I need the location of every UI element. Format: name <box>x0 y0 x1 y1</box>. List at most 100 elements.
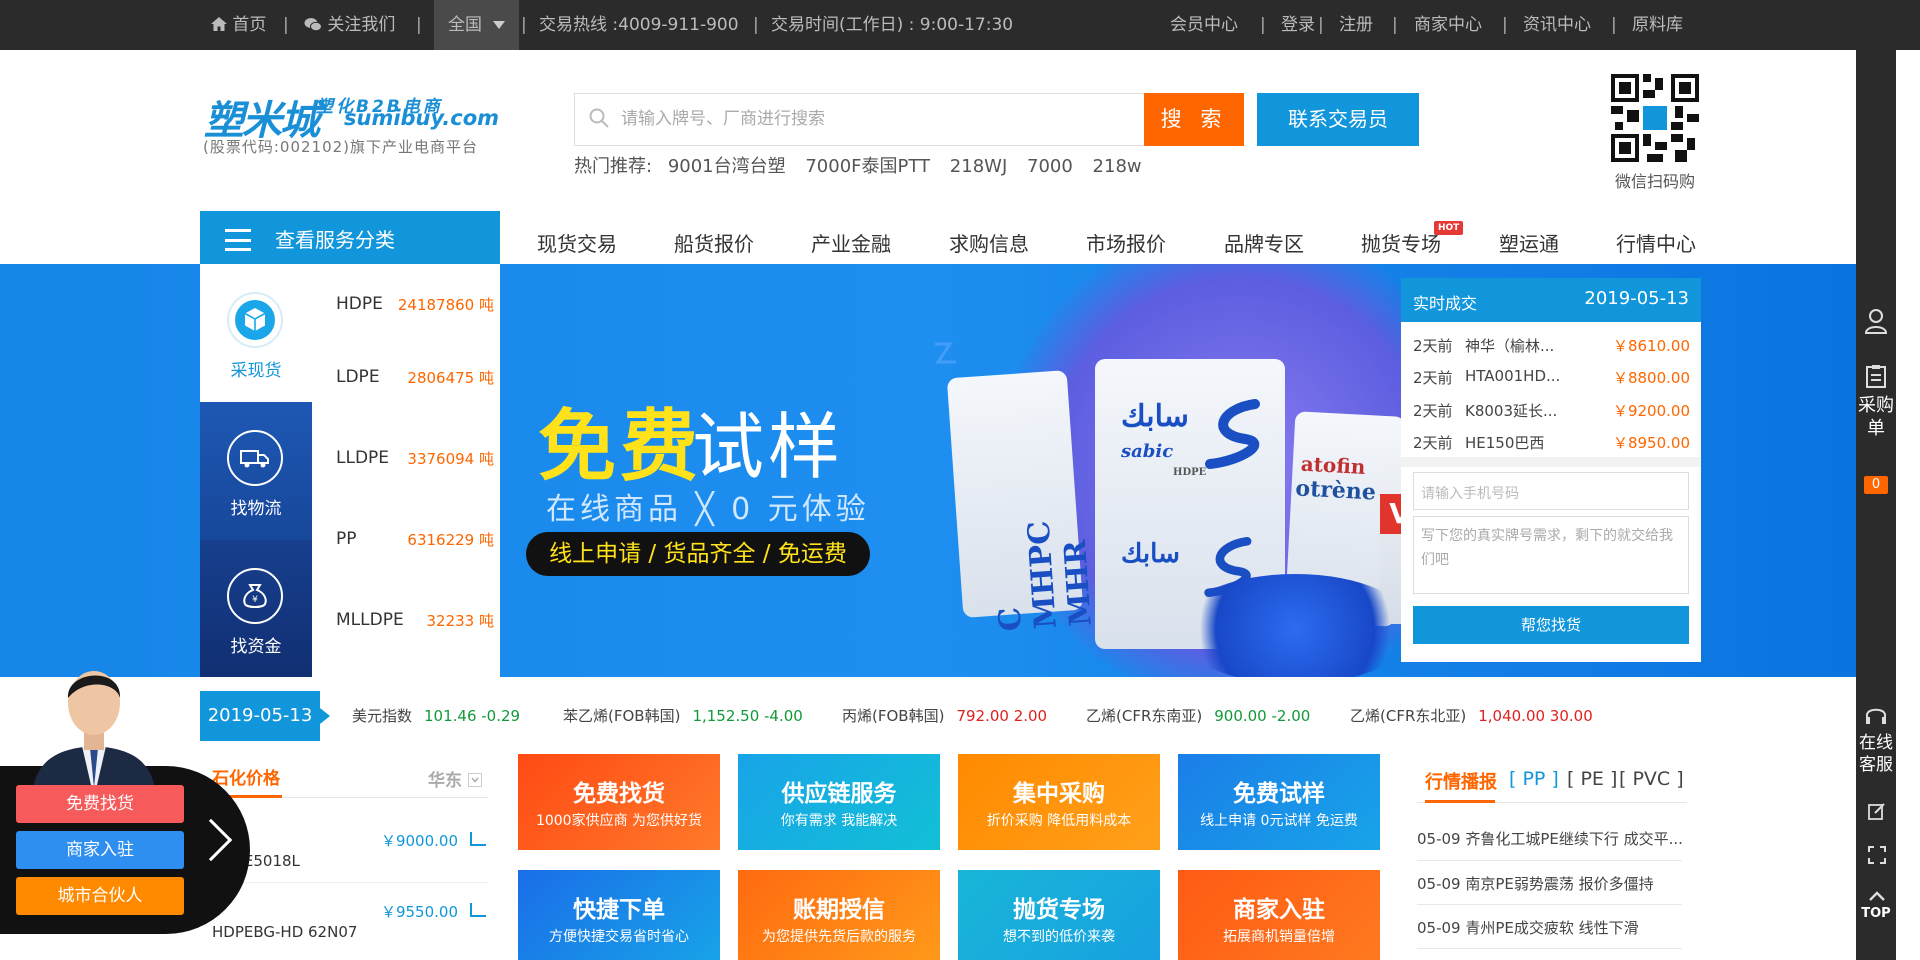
tile-quick-order[interactable]: 快捷下单 方便快捷交易省时省心 <box>518 870 720 960</box>
region-dropdown[interactable]: 华东 <box>428 766 482 791</box>
side-item-buy-spot[interactable]: 采现货 <box>200 264 312 402</box>
contact-trader-button[interactable]: 联系交易员 <box>1257 93 1419 146</box>
stat-row[interactable]: HDPE 24187860 吨 <box>324 264 500 345</box>
phone-input[interactable]: 请输入手机号码 <box>1413 472 1689 510</box>
search-placeholder: 请输入牌号、厂商进行搜索 <box>621 109 825 129</box>
stat-row[interactable]: MLLDPE 32233 吨 <box>324 588 500 669</box>
nav-spot-trading[interactable]: 现货交易 <box>537 228 617 257</box>
trading-hours: 交易时间(工作日) : 9:00-17:30 <box>771 15 1014 35</box>
float-free-sourcing-button[interactable]: 免费找货 <box>16 785 184 823</box>
member-center-link[interactable]: 会员中心 <box>1170 0 1238 50</box>
fullscreen-icon[interactable] <box>1868 846 1886 864</box>
deal-row[interactable]: 2天前 HTA001HD... ￥8800.00 <box>1413 367 1698 397</box>
side-item-logistics[interactable]: 找物流 <box>200 402 312 540</box>
news-item[interactable]: 05-09 南京PE弱势震荡 报价多僵持 <box>1417 873 1687 894</box>
hot-item[interactable]: 9001台湾台塑 <box>668 156 786 177</box>
nav-shipment-quotes[interactable]: 船货报价 <box>674 228 754 257</box>
news-center-link[interactable]: 资讯中心 <box>1523 0 1591 50</box>
tab-pe[interactable]: [ PE ] <box>1567 768 1617 790</box>
ticker-item[interactable]: 美元指数 101.46 -0.29 <box>352 691 520 741</box>
requirement-textarea[interactable]: 写下您的真实牌号需求，剩下的就交给我们吧 <box>1413 516 1689 594</box>
news-item[interactable]: 05-09 青州PE成交疲软 线性下滑 <box>1417 917 1687 938</box>
float-merchant-join-button[interactable]: 商家入驻 <box>16 831 184 869</box>
tile-credit[interactable]: 账期授信 为您提供先货后款的服务 <box>738 870 940 960</box>
market-news-title[interactable]: 行情播报 <box>1425 768 1497 794</box>
nav-clearance[interactable]: 抛货专场 <box>1361 228 1441 257</box>
stat-row[interactable]: PP 6316229 吨 <box>324 507 500 588</box>
nav-purchase-info[interactable]: 求购信息 <box>949 228 1029 257</box>
material-db-link[interactable]: 原料库 <box>1632 0 1683 50</box>
tab-pvc[interactable]: [ PVC ] <box>1619 768 1684 790</box>
ticker-item[interactable]: 苯乙烯(FOB韩国) 1,152.50 -4.00 <box>563 691 803 741</box>
deal-time: 2天前 <box>1413 337 1453 355</box>
search-button[interactable]: 搜 索 <box>1144 93 1244 146</box>
online-service-label[interactable]: 在线客服 <box>1856 732 1896 776</box>
ticker-value: 1,152.50 -4.00 <box>692 707 803 725</box>
category-menu-button[interactable]: 查看服务分类 <box>200 211 500 264</box>
clipboard-icon[interactable] <box>1866 364 1886 388</box>
banner-title-highlight: 免费 <box>538 402 703 492</box>
price-row[interactable]: HDPEBG-HD 62N07 ￥9550.00 <box>212 882 488 952</box>
user-icon[interactable] <box>1864 308 1888 334</box>
petrochem-price-title[interactable]: 石化价格 <box>212 764 280 789</box>
separator: | <box>1318 15 1324 35</box>
tile-free-sample[interactable]: 免费试样 线上申请 0元试样 免运费 <box>1178 754 1380 850</box>
stat-row[interactable]: LLDPE 3376094 吨 <box>324 426 500 507</box>
nav-brand-zone[interactable]: 品牌专区 <box>1224 228 1304 257</box>
register-link[interactable]: 注册 <box>1339 0 1373 50</box>
hot-item[interactable]: 218WJ <box>950 156 1007 177</box>
edit-icon[interactable] <box>1868 802 1886 820</box>
chevron-up-icon[interactable] <box>1868 890 1886 902</box>
nav-market-quotes[interactable]: 市场报价 <box>1086 228 1166 257</box>
tile-title: 集中采购 <box>1013 781 1105 807</box>
follow-link[interactable]: 关注我们 <box>304 0 395 50</box>
trend-icon[interactable] <box>470 832 486 846</box>
caret-down-icon <box>493 21 506 29</box>
stat-name: HDPE <box>336 294 383 314</box>
tile-subtitle: 方便快捷交易省时省心 <box>549 929 689 945</box>
float-city-partner-button[interactable]: 城市合伙人 <box>16 877 184 915</box>
nav-industry-finance[interactable]: 产业金融 <box>811 228 891 257</box>
price-row[interactable]: HDPE5018L ￥9000.00 <box>212 812 488 882</box>
back-to-top[interactable]: TOP <box>1856 902 1896 926</box>
deal-product: K8003延长... <box>1465 402 1558 420</box>
tile-clearance[interactable]: 抛货专场 想不到的低价来袭 <box>958 870 1160 960</box>
news-item[interactable]: 05-09 齐鲁化工城PE继续下行 成交平... <box>1417 828 1687 849</box>
stat-row[interactable]: LDPE 2806475 吨 <box>324 345 500 426</box>
tile-merchant-join[interactable]: 商家入驻 拓展商机销量倍增 <box>1178 870 1380 960</box>
tile-supply-chain[interactable]: 供应链服务 你有需求 我能解决 <box>738 754 940 850</box>
stat-value: 32233 吨 <box>426 612 495 630</box>
find-goods-button[interactable]: 帮您找货 <box>1413 606 1689 644</box>
nav-market-center[interactable]: 行情中心 <box>1616 228 1696 257</box>
ticker-item[interactable]: 乙烯(CFR东北亚) 1,040.00 30.00 <box>1350 691 1593 741</box>
ticker-item[interactable]: 乙烯(CFR东南亚) 900.00 -2.00 <box>1086 691 1310 741</box>
tile-free-sourcing[interactable]: 免费找货 1000家供应商 为您供好货 <box>518 754 720 850</box>
ticker-value: 792.00 2.00 <box>956 707 1048 725</box>
login-link[interactable]: 登录 <box>1281 0 1315 50</box>
ticker-item[interactable]: 丙烯(FOB韩国) 792.00 2.00 <box>842 691 1047 741</box>
home-link[interactable]: 首页 <box>211 0 266 50</box>
hot-item[interactable]: 218w <box>1093 156 1142 177</box>
deal-row[interactable]: 2天前 神华（榆林... ￥8610.00 <box>1413 335 1698 365</box>
tile-group-purchase[interactable]: 集中采购 折价采购 降低用料成本 <box>958 754 1160 850</box>
divider <box>1401 457 1701 467</box>
banner-pill: 线上申请 / 货品齐全 / 免运费 <box>526 532 870 576</box>
trend-icon[interactable] <box>470 903 486 917</box>
sabic-logo-icon <box>1205 399 1260 469</box>
ticker-name: 丙烯(FOB韩国) <box>842 707 945 725</box>
bag-text: sabic <box>1121 441 1174 462</box>
merchant-center-link[interactable]: 商家中心 <box>1414 0 1482 50</box>
hot-item[interactable]: 7000F泰国PTT <box>805 156 930 177</box>
headset-icon[interactable] <box>1864 704 1888 728</box>
hot-item[interactable]: 7000 <box>1027 156 1073 177</box>
cart-count: 0 <box>1864 476 1888 494</box>
region-selector[interactable]: 全国 <box>434 0 520 50</box>
tab-pp[interactable]: [ PP ] <box>1509 768 1559 790</box>
cart-label[interactable]: 采购单 <box>1856 394 1896 440</box>
side-item-finance[interactable]: ¥ 找资金 <box>200 540 312 677</box>
search-input[interactable]: 请输入牌号、厂商进行搜索 <box>574 93 1146 146</box>
stat-name: MLLDPE <box>336 610 404 630</box>
side-item-label: 找物流 <box>230 499 282 519</box>
deal-row[interactable]: 2天前 K8003延长... ￥9200.00 <box>1413 400 1698 430</box>
nav-logistics[interactable]: 塑运通 <box>1499 228 1559 257</box>
